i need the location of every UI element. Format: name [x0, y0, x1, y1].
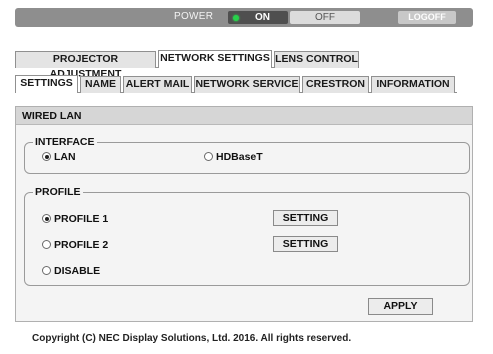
power-on-label: ON — [255, 12, 270, 23]
tab-information[interactable]: INFORMATION — [371, 76, 455, 93]
power-off-button[interactable]: OFF — [290, 11, 360, 24]
power-label: POWER — [174, 11, 214, 22]
interface-legend: INTERFACE — [33, 136, 97, 148]
profile-disable-label: DISABLE — [54, 265, 101, 277]
interface-lan-label: LAN — [54, 151, 76, 163]
tab-lens-control[interactable]: LENS CONTROL — [274, 51, 359, 68]
interface-lan-radio[interactable] — [42, 152, 51, 161]
tab-name[interactable]: NAME — [80, 76, 121, 93]
copyright-text: Copyright (C) NEC Display Solutions, Ltd… — [32, 333, 352, 344]
profile-legend: PROFILE — [33, 186, 83, 198]
profile-1-radio[interactable] — [42, 214, 51, 223]
interface-hdbaset-label: HDBaseT — [216, 151, 263, 163]
profile-disable-radio[interactable] — [42, 266, 51, 275]
profile-2-label: PROFILE 2 — [54, 239, 109, 251]
tab-crestron[interactable]: CRESTRON — [302, 76, 369, 93]
power-on-button[interactable]: ON — [228, 11, 288, 24]
logoff-button[interactable]: LOGOFF — [398, 11, 456, 24]
profile-1-label: PROFILE 1 — [54, 213, 109, 225]
tab-network-settings[interactable]: NETWORK SETTINGS — [158, 50, 272, 68]
tab-network-service[interactable]: NETWORK SERVICE — [194, 76, 300, 93]
tab-settings[interactable]: SETTINGS — [15, 75, 78, 93]
tab-alert-mail[interactable]: ALERT MAIL — [123, 76, 192, 93]
profile-1-setting-button[interactable]: SETTING — [273, 210, 338, 226]
panel-header — [16, 107, 472, 125]
interface-hdbaset-radio[interactable] — [204, 152, 213, 161]
power-status-led-icon — [233, 15, 239, 21]
apply-button[interactable]: APPLY — [368, 298, 433, 315]
tab-projector-adjustment[interactable]: PROJECTOR ADJUSTMENT — [15, 51, 156, 80]
profile-2-setting-button[interactable]: SETTING — [273, 236, 338, 252]
profile-2-radio[interactable] — [42, 240, 51, 249]
panel-title: WIRED LAN — [22, 110, 82, 122]
